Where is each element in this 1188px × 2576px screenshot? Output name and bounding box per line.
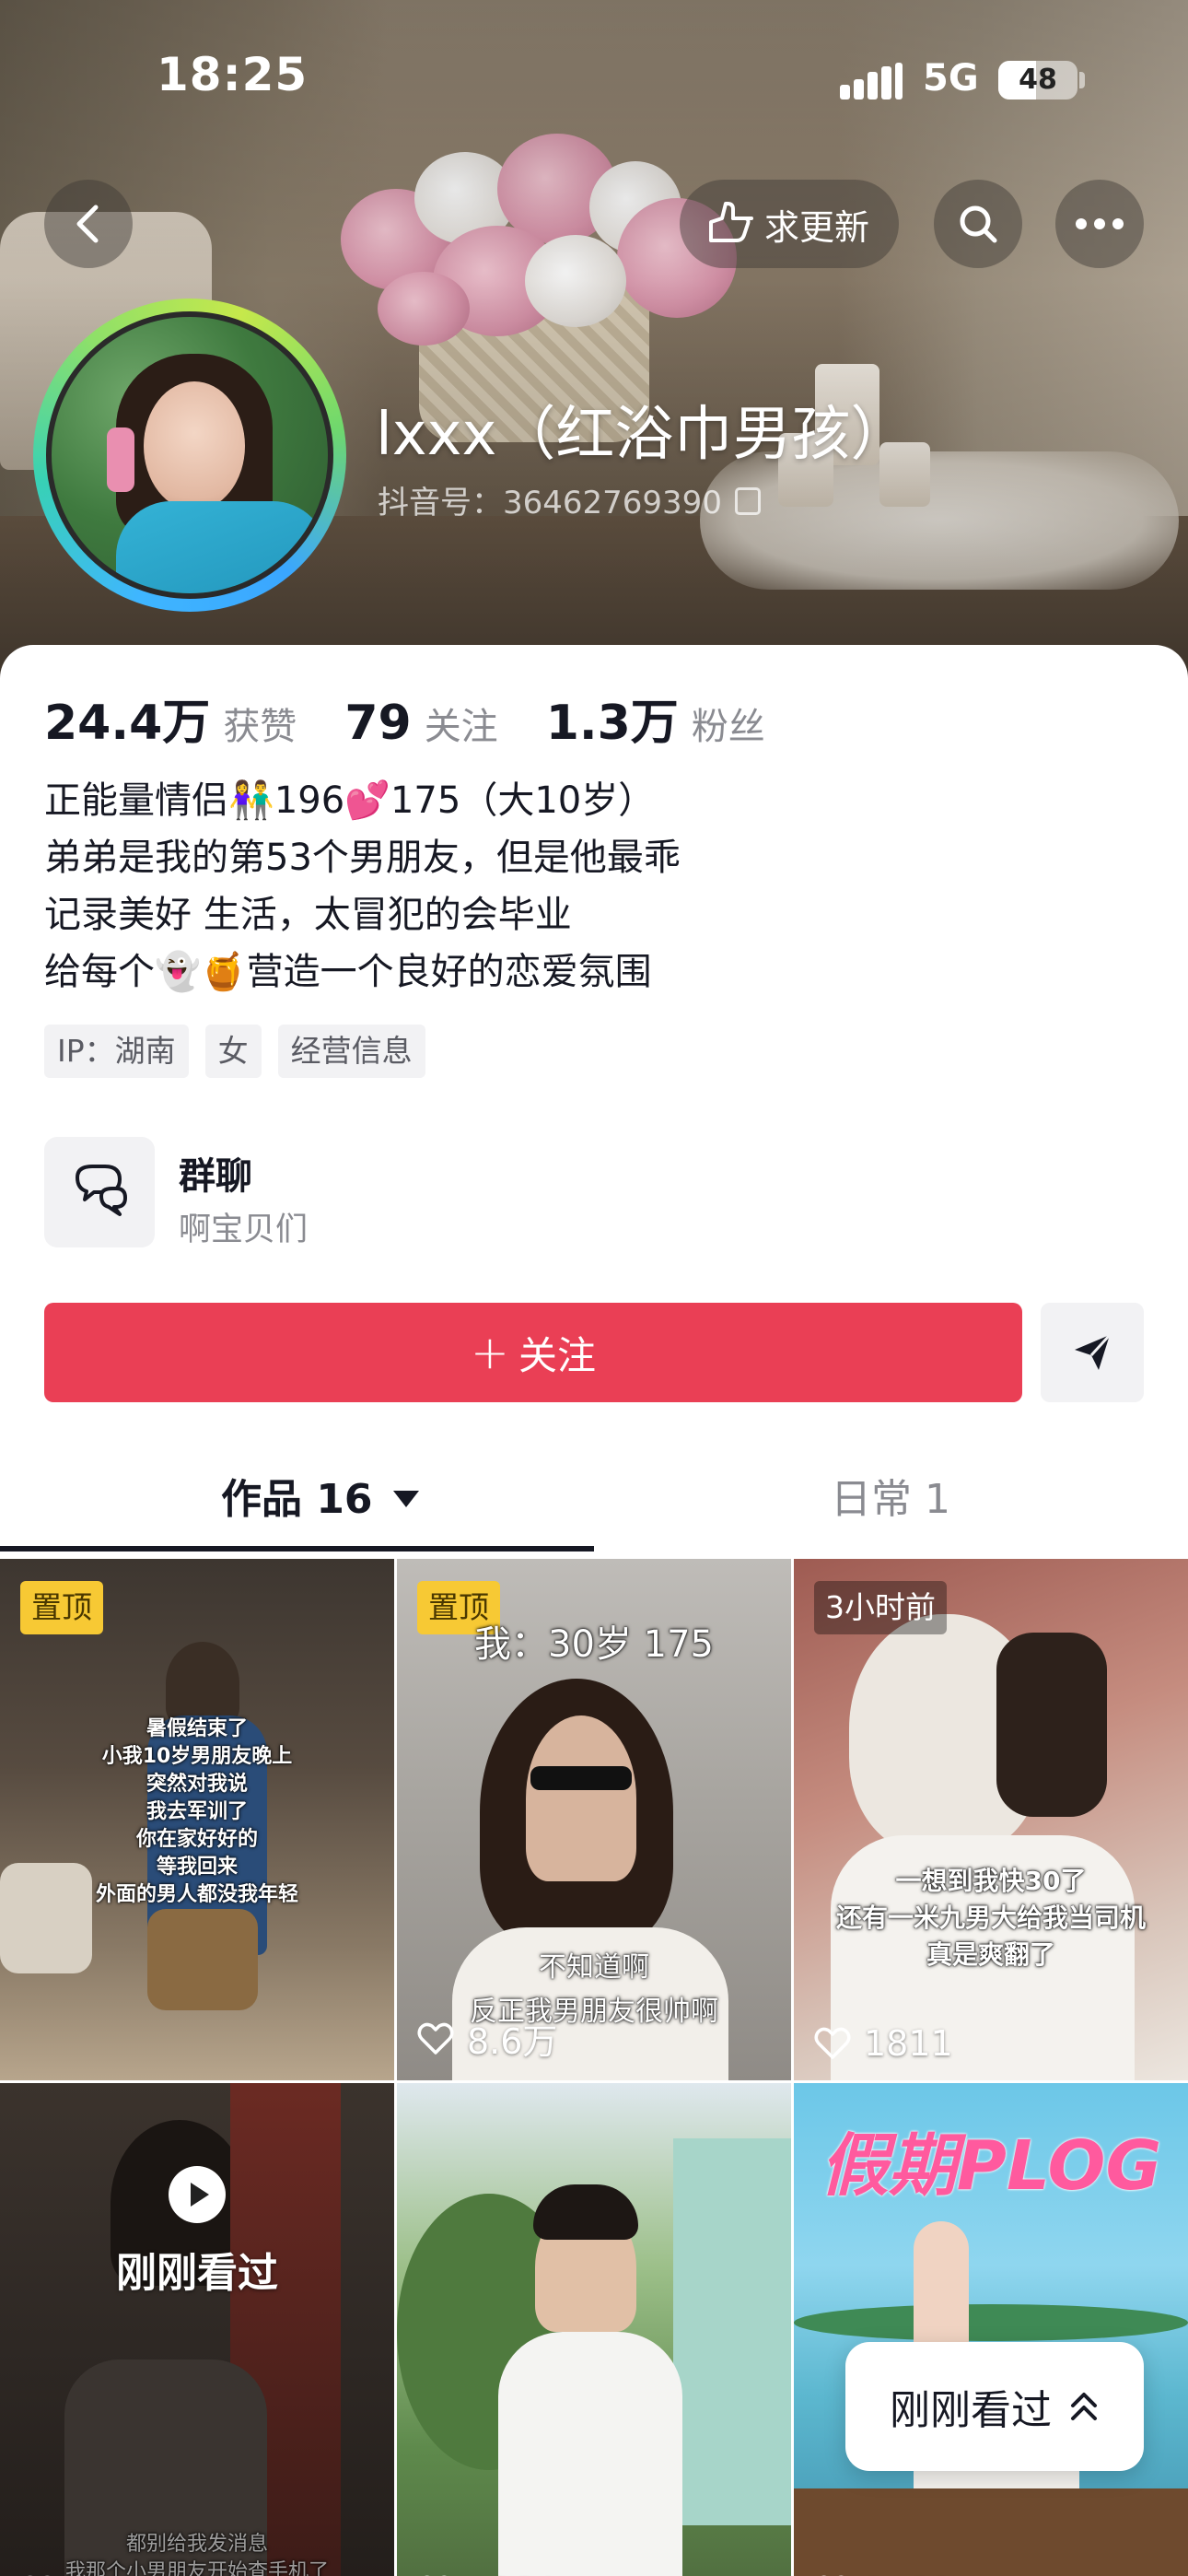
profile-name: lxxx（红浴巾男孩）	[376, 401, 910, 469]
group-chat-title: 群聊	[179, 1155, 252, 1198]
likes-count[interactable]: 24.4万	[44, 684, 210, 753]
followers-count[interactable]: 1.3万	[546, 684, 679, 753]
profile-tags: IP：湖南 女 经营信息	[44, 1025, 442, 1078]
heart-icon	[417, 2022, 454, 2055]
video-thumbnail[interactable]: 3小时前 一想到我快30了 还有一米九男大给我当司机 真是爽翻了 1811	[794, 1559, 1188, 2080]
just-watched-overlay: 刚刚看过	[0, 2166, 394, 2299]
video-thumbnail[interactable]: 刚刚看过 都别给我发消息 我那个小男朋友开始查手机了 2295	[0, 2083, 394, 2576]
caret-down-icon	[392, 1491, 419, 1507]
group-chat-subtitle: 啊宝贝们	[179, 1212, 309, 1248]
double-chevron-up-icon	[1071, 2393, 1097, 2420]
douyin-id[interactable]: 抖音号：36462769390	[378, 477, 761, 522]
bio-line-3: 记录美好 生活，太冒犯的会毕业	[44, 894, 572, 936]
more-button[interactable]	[1055, 180, 1144, 268]
chevron-left-icon	[76, 205, 99, 243]
battery-percent: 48	[1019, 64, 1057, 96]
status-time: 18:25	[157, 48, 309, 101]
request-update-button[interactable]: 求更新	[680, 180, 899, 268]
video-title-art: 假期PLOG	[820, 2126, 1162, 2206]
jump-just-watched-label: 刚刚看过	[890, 2387, 1052, 2434]
tab-daily[interactable]: 日常 1	[831, 1463, 950, 1537]
bio-line-2: 弟弟是我的第53个男朋友，但是他最乖	[44, 837, 681, 879]
ghost-emoji-icon: 👻	[155, 951, 201, 993]
tag-business-info[interactable]: 经营信息	[277, 1025, 425, 1078]
follow-label: 关注	[518, 1332, 596, 1378]
followers-label: 粉丝	[691, 706, 765, 748]
profile-stats: 24.4万 获赞 79 关注 1.3万 粉丝	[44, 684, 813, 753]
honey-pot-emoji-icon: 🍯	[200, 951, 247, 993]
jump-to-just-watched-button[interactable]: 刚刚看过	[845, 2342, 1144, 2471]
bio-line-1: 正能量情侣👫196💕175（大10岁）	[44, 779, 656, 822]
more-dots-icon	[1076, 218, 1124, 229]
paper-plane-icon	[1075, 1333, 1112, 1370]
video-thumbnail[interactable]: 置顶 我：30岁 175 不知道啊 反正我男朋友很帅啊 8.6万	[397, 1559, 791, 2080]
search-icon	[960, 205, 997, 243]
bio-line-4: 给每个👻🍯营造一个良好的恋爱氛围	[44, 951, 652, 993]
play-icon	[169, 2166, 226, 2223]
tab-works-label: 作品 16	[221, 1476, 373, 1523]
send-message-button[interactable]	[1041, 1303, 1144, 1402]
tab-active-indicator	[0, 1546, 594, 1551]
profile-page: 18:25 5G 48 求更新 lxxx（红浴巾男孩） 抖音号：36462769…	[0, 0, 1188, 2576]
video-caption: 都别给我发消息 我那个小男朋友开始查手机了	[64, 2533, 329, 2576]
video-caption: 一想到我快30了 还有一米九男大给我当司机 真是爽翻了	[835, 1866, 1146, 1970]
video-thumbnail[interactable]: 1864	[397, 2083, 791, 2576]
two-hearts-emoji-icon: 💕	[344, 779, 390, 822]
copy-icon[interactable]	[734, 487, 761, 515]
following-count[interactable]: 79	[344, 696, 411, 751]
follow-button[interactable]: + 关注	[44, 1303, 1022, 1402]
video-thumbnail[interactable]: 假期PLOG 2182	[794, 2083, 1188, 2576]
video-caption-top: 我：30岁 175	[474, 1623, 714, 1666]
video-caption-middle: 不知道啊	[539, 1951, 649, 1984]
status-bar: 18:25 5G 48	[0, 0, 1188, 138]
video-likes: 2295	[20, 2571, 159, 2576]
couple-emoji-icon: 👫	[228, 779, 274, 822]
video-likes: 1864	[417, 2571, 556, 2576]
posted-time-badge: 3小时前	[814, 1581, 947, 1634]
content-tabs: 作品 16 日常 1	[0, 1463, 1188, 1551]
douyin-id-text: 抖音号：36462769390	[378, 485, 722, 521]
signal-icon	[840, 63, 903, 100]
search-button[interactable]	[934, 180, 1022, 268]
profile-bio: 正能量情侣👫196💕175（大10岁） 弟弟是我的第53个男朋友，但是他最乖 记…	[44, 772, 681, 1001]
video-caption: 暑假结束了 小我10岁男朋友晚上 突然对我说 我去军训了 你在家好好的 等我回来…	[95, 1717, 298, 1906]
battery-icon: 48	[998, 61, 1077, 100]
tag-ip-location: IP：湖南	[44, 1025, 189, 1078]
avatar[interactable]	[46, 311, 333, 599]
heart-icon	[814, 2027, 851, 2059]
video-likes: 1811	[814, 2023, 953, 2064]
group-chat-icon	[44, 1137, 155, 1247]
pinned-badge: 置顶	[20, 1581, 103, 1634]
plus-icon: +	[471, 1326, 509, 1379]
network-label: 5G	[923, 57, 979, 100]
video-likes: 2182	[814, 2571, 953, 2576]
tag-gender: 女	[204, 1025, 262, 1078]
back-button[interactable]	[44, 180, 133, 268]
request-update-label: 求更新	[764, 206, 870, 248]
tab-works[interactable]: 作品 16	[221, 1463, 419, 1537]
video-likes: 8.6万	[417, 2013, 557, 2064]
following-label: 关注	[424, 706, 498, 748]
pointing-hand-icon	[709, 202, 753, 242]
likes-label: 获赞	[223, 706, 297, 748]
video-thumbnail[interactable]: 置顶 暑假结束了 小我10岁男朋友晚上 突然对我说 我去军训了 你在家好好的 等…	[0, 1559, 394, 2080]
